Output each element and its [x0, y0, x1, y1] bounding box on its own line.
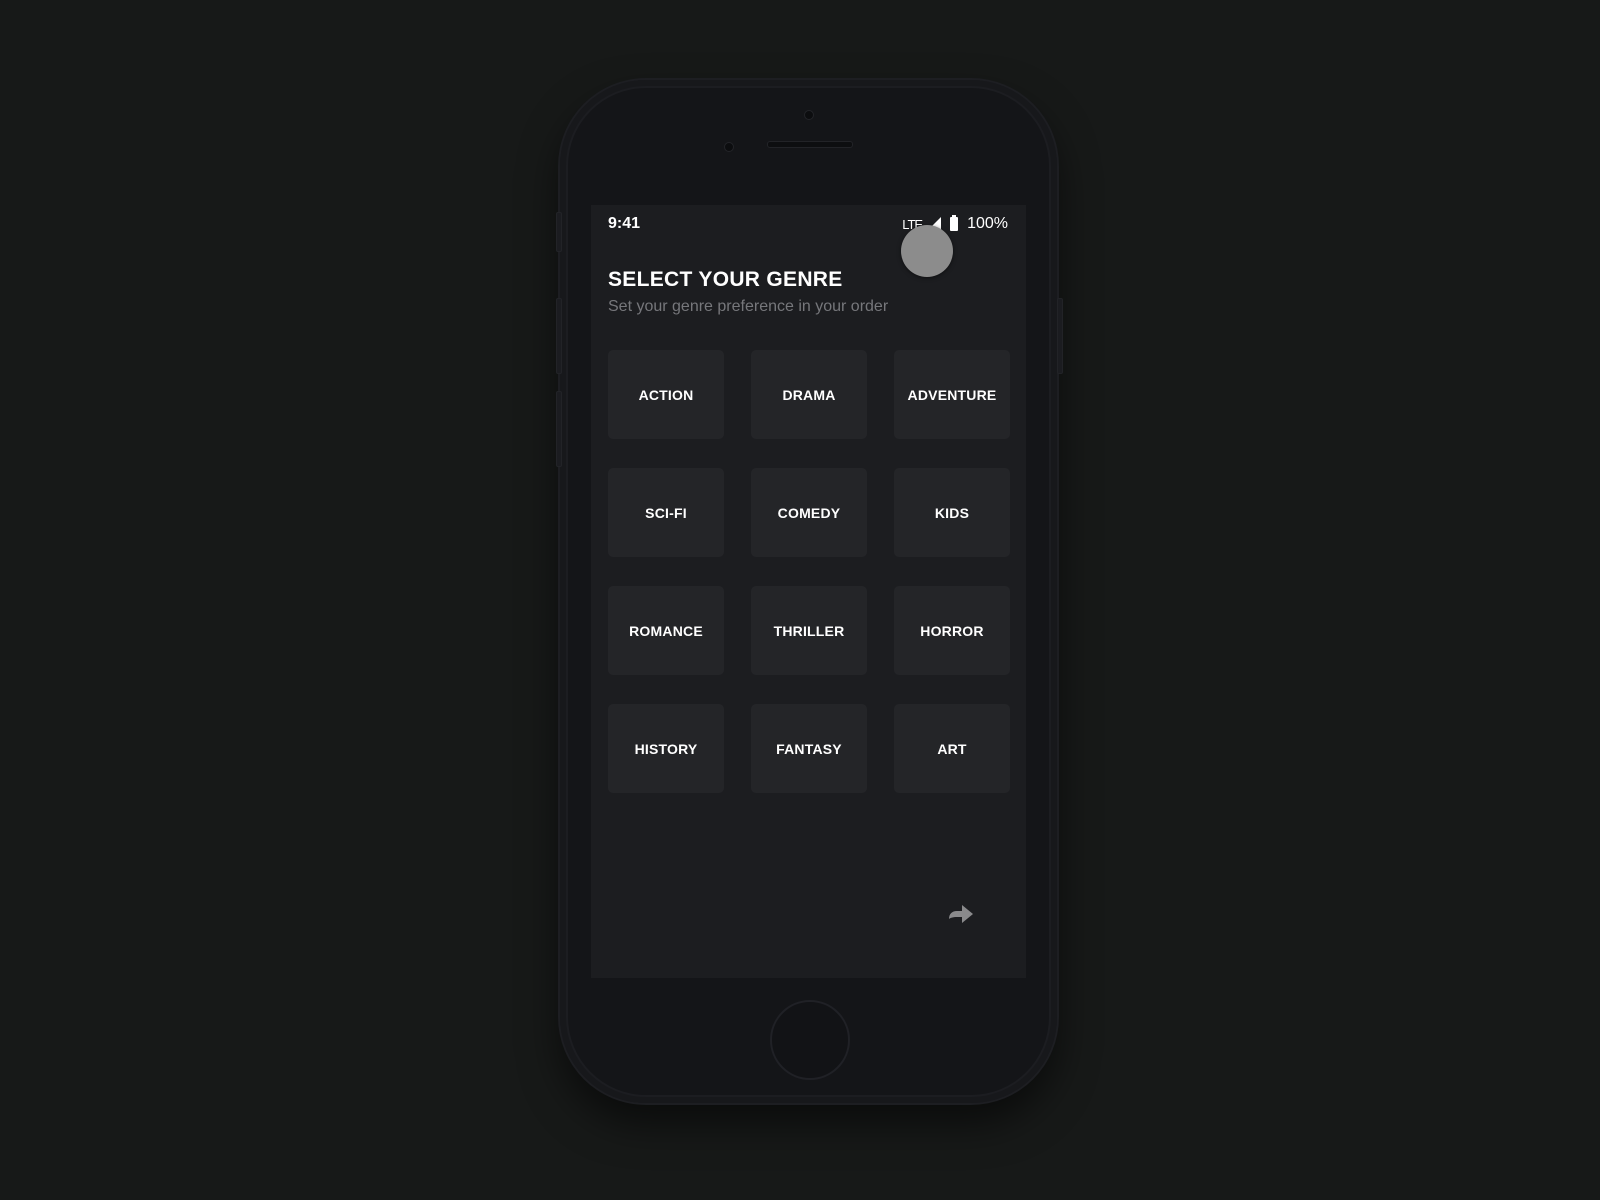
proximity-sensor: [724, 142, 734, 152]
touch-indicator: [901, 225, 953, 277]
arrow-right-icon: [949, 905, 973, 923]
battery-icon: [950, 215, 959, 231]
volume-down-button: [556, 391, 562, 467]
genre-tile-comedy[interactable]: COMEDY: [751, 468, 867, 557]
genre-grid: ACTION DRAMA ADVENTURE SCI-FI COMEDY KID…: [608, 350, 1011, 793]
page-subtitle: Set your genre preference in your order: [608, 298, 889, 315]
genre-tile-drama[interactable]: DRAMA: [751, 350, 867, 439]
genre-tile-romance[interactable]: ROMANCE: [608, 586, 724, 675]
volume-up-button: [556, 298, 562, 374]
page-title: SELECT YOUR GENRE: [608, 268, 843, 291]
mute-switch: [556, 212, 562, 252]
genre-tile-adventure[interactable]: ADVENTURE: [894, 350, 1010, 439]
genre-tile-fantasy[interactable]: FANTASY: [751, 704, 867, 793]
genre-tile-thriller[interactable]: THRILLER: [751, 586, 867, 675]
power-button: [1057, 298, 1063, 374]
genre-tile-art[interactable]: ART: [894, 704, 1010, 793]
genre-tile-horror[interactable]: HORROR: [894, 586, 1010, 675]
front-camera: [804, 110, 814, 120]
genre-tile-kids[interactable]: KIDS: [894, 468, 1010, 557]
genre-tile-action[interactable]: ACTION: [608, 350, 724, 439]
genre-tile-history[interactable]: HISTORY: [608, 704, 724, 793]
next-button[interactable]: [946, 902, 976, 926]
home-button[interactable]: [770, 1000, 850, 1080]
status-bar: 9:41 LTE 100%: [591, 205, 1026, 243]
genre-tile-sci-fi[interactable]: SCI-FI: [608, 468, 724, 557]
battery-percent: 100%: [967, 215, 1008, 232]
status-time: 9:41: [608, 215, 641, 232]
app-screen: 9:41 LTE 100% SELECT YOUR GENRE Set your…: [591, 205, 1026, 978]
earpiece-speaker: [767, 141, 853, 148]
